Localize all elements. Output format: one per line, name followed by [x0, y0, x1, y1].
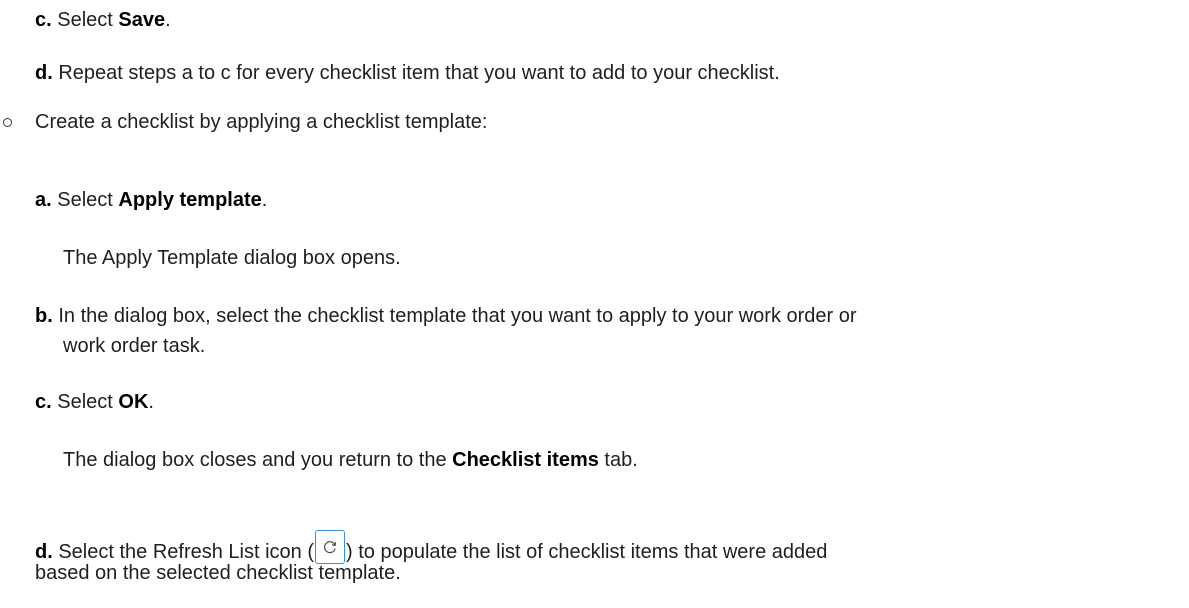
hollow-circle-bullet-icon	[3, 118, 12, 127]
step-c-save: c. Select Save.	[35, 6, 171, 34]
ui-term-checklist-items: Checklist items	[452, 449, 599, 471]
step-text: Repeat steps a to c for every checklist …	[52, 62, 780, 84]
step-marker: c.	[35, 9, 52, 31]
ui-term-ok: OK	[118, 391, 149, 413]
note-text-end: tab.	[598, 449, 638, 471]
template-step-a: a. Select Apply template.	[35, 186, 267, 214]
template-step-b-line2: work order task.	[63, 332, 205, 360]
step-text: Select	[51, 9, 119, 31]
note-text: The dialog box closes and you return to …	[63, 449, 453, 471]
step-text: In the dialog box, select the checklist …	[52, 305, 857, 327]
note-text: The Apply Template dialog box opens.	[63, 247, 401, 269]
step-text-end: .	[165, 9, 171, 31]
bullet-apply-template: Create a checklist by applying a checkli…	[0, 108, 487, 136]
ui-term-apply-template: Apply template	[118, 189, 262, 211]
step-text: Select	[51, 189, 119, 211]
bullet-text: Create a checklist by applying a checkli…	[35, 111, 488, 133]
step-text-end: ) to populate the list of checklist item…	[346, 541, 828, 563]
step-marker: b.	[35, 305, 53, 327]
step-marker: c.	[35, 391, 52, 413]
step-text: Select	[51, 391, 119, 413]
template-step-c-note: The dialog box closes and you return to …	[63, 446, 638, 474]
template-step-d-line2: based on the selected checklist template…	[35, 559, 401, 587]
step-text-continued: based on the selected checklist template…	[35, 562, 401, 584]
step-d-repeat: d. Repeat steps a to c for every checkli…	[35, 59, 780, 87]
template-step-a-note: The Apply Template dialog box opens.	[63, 244, 401, 272]
ui-term-save: Save	[118, 9, 166, 31]
step-text-end: .	[148, 391, 154, 413]
step-text-continued: work order task.	[63, 335, 206, 357]
step-text-end: .	[261, 189, 268, 211]
template-step-c: c. Select OK.	[35, 388, 154, 416]
step-marker: d.	[35, 62, 53, 84]
template-step-b: b. In the dialog box, select the checkli…	[35, 302, 857, 330]
step-marker: a.	[35, 189, 52, 211]
